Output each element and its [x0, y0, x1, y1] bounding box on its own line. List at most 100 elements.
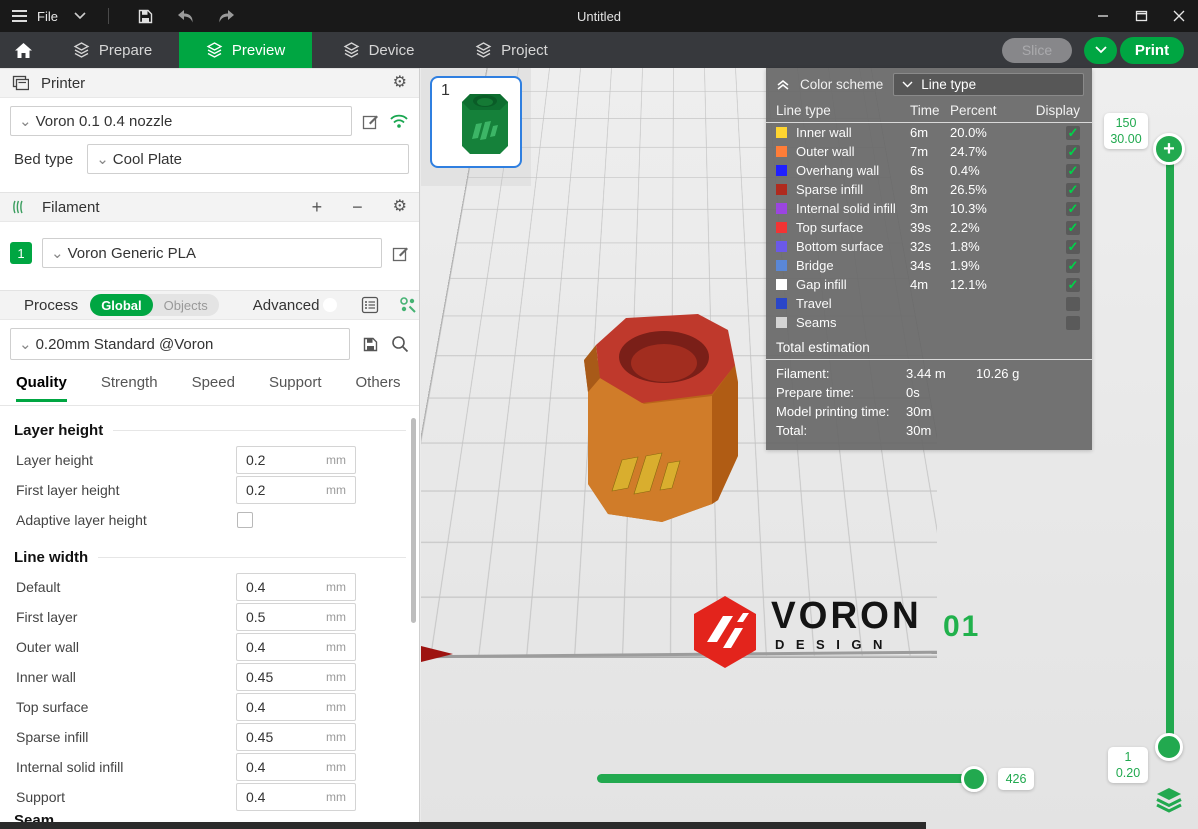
display-checkbox[interactable]: ✓: [1066, 316, 1080, 330]
line-type-label: Inner wall: [796, 125, 910, 140]
setting-unit: mm: [326, 790, 346, 804]
setting-input[interactable]: 0.4 mm: [236, 753, 356, 781]
search-settings-icon[interactable]: [391, 335, 409, 353]
print-button[interactable]: Print: [1120, 37, 1184, 64]
filament-preset-select[interactable]: ⌄ Voron Generic PLA: [42, 238, 382, 268]
chevron-down-icon[interactable]: [74, 12, 86, 20]
setting-value: 0.45: [246, 669, 326, 685]
layer-slider-bottom-handle[interactable]: [1155, 733, 1183, 761]
main-tab[interactable]: Prepare: [46, 32, 179, 68]
add-filament-icon[interactable]: +: [312, 198, 323, 216]
display-checkbox[interactable]: ✓: [1066, 145, 1080, 159]
display-checkbox[interactable]: ✓: [1066, 297, 1080, 311]
display-checkbox[interactable]: ✓: [1066, 164, 1080, 178]
display-checkbox[interactable]: ✓: [1066, 278, 1080, 292]
printer-section-header: Printer ⚙: [0, 68, 419, 98]
printer-settings-icon[interactable]: ⚙: [393, 75, 407, 91]
adaptive-layer-height-checkbox[interactable]: [237, 512, 253, 528]
process-tab[interactable]: Others: [356, 374, 401, 402]
collapse-panel-icon[interactable]: [776, 79, 790, 91]
print-dropdown-button[interactable]: [1084, 37, 1117, 64]
setting-input[interactable]: 0.2 mm: [236, 446, 356, 474]
file-menu[interactable]: File: [37, 9, 58, 24]
plate-thumbnail[interactable]: 1: [430, 76, 522, 168]
settings-panel: Layer height Layer height 0.2 mm First l…: [0, 405, 420, 829]
setting-label: Layer height: [16, 452, 236, 468]
setting-label: First layer: [16, 609, 236, 625]
home-button[interactable]: [0, 32, 46, 68]
setting-row: Support 0.4 mm: [0, 782, 420, 812]
close-button[interactable]: [1160, 0, 1198, 32]
line-type-time: 8m: [910, 182, 950, 197]
filament-preset-value: Voron Generic PLA: [68, 245, 196, 262]
line-type-time: 32s: [910, 239, 950, 254]
edit-printer-icon[interactable]: [362, 113, 379, 130]
layer-slider-track[interactable]: [1166, 146, 1174, 746]
setting-row: First layer 0.5 mm: [0, 602, 420, 632]
setting-input[interactable]: 0.2 mm: [236, 476, 356, 504]
setting-value: 0.45: [246, 729, 326, 745]
color-scheme-select[interactable]: Line type: [893, 73, 1084, 96]
tab-label: Preview: [232, 42, 285, 59]
layers-view-icon[interactable]: [1152, 783, 1186, 817]
process-tab[interactable]: Support: [269, 374, 322, 402]
compare-presets-icon[interactable]: [399, 296, 418, 314]
undo-icon[interactable]: [171, 4, 201, 28]
setting-row: Top surface 0.4 mm: [0, 692, 420, 722]
menu-icon[interactable]: [12, 10, 27, 22]
maximize-button[interactable]: [1122, 0, 1160, 32]
redo-icon[interactable]: [211, 4, 241, 28]
process-scope-option[interactable]: Global: [90, 294, 152, 316]
process-tab[interactable]: Quality: [16, 374, 67, 402]
main-tab[interactable]: Project: [445, 32, 578, 68]
setting-unit: mm: [326, 760, 346, 774]
slice-button[interactable]: Slice: [1002, 38, 1072, 63]
bed-type-value: Cool Plate: [113, 151, 182, 168]
sidebar-scrollbar[interactable]: [411, 418, 416, 623]
process-preset-value: 0.20mm Standard @Voron: [36, 336, 214, 353]
bed-type-select[interactable]: ⌄ Cool Plate: [87, 144, 409, 174]
wifi-icon[interactable]: [389, 113, 409, 129]
printer-preset-select[interactable]: ⌄ Voron 0.1 0.4 nozzle: [10, 106, 352, 136]
process-tab[interactable]: Strength: [101, 374, 158, 402]
line-type-swatch: [776, 279, 787, 290]
display-checkbox[interactable]: ✓: [1066, 202, 1080, 216]
line-type-percent: 0.4%: [950, 163, 1028, 178]
line-type-percent: 2.2%: [950, 220, 1028, 235]
sliced-model[interactable]: [578, 308, 748, 528]
setting-input[interactable]: 0.4 mm: [236, 693, 356, 721]
setting-input[interactable]: 0.45 mm: [236, 723, 356, 751]
total-value: 3.44 m: [906, 366, 976, 381]
move-slider-track[interactable]: [597, 774, 987, 783]
move-slider-handle[interactable]: [961, 766, 987, 792]
line-type-swatch: [776, 317, 787, 328]
parameter-list-icon[interactable]: [361, 296, 379, 314]
process-scope-option[interactable]: Objects: [153, 294, 219, 316]
save-icon[interactable]: [131, 4, 161, 28]
setting-input[interactable]: 0.4 mm: [236, 573, 356, 601]
setting-input[interactable]: 0.4 mm: [236, 783, 356, 811]
minimize-button[interactable]: [1084, 0, 1122, 32]
edit-filament-icon[interactable]: [392, 245, 409, 262]
remove-filament-icon[interactable]: −: [352, 198, 363, 216]
setting-input[interactable]: 0.45 mm: [236, 663, 356, 691]
tabbar: Prepare Preview Device Project Slice Pri…: [0, 32, 1198, 68]
process-tab[interactable]: Speed: [192, 374, 235, 402]
save-preset-icon[interactable]: [362, 336, 379, 353]
setting-input[interactable]: 0.4 mm: [236, 633, 356, 661]
main-tab[interactable]: Preview: [179, 32, 312, 68]
setting-unit: mm: [326, 670, 346, 684]
filament-slot-badge[interactable]: 1: [10, 242, 32, 264]
main-tab[interactable]: Device: [312, 32, 445, 68]
display-checkbox[interactable]: ✓: [1066, 240, 1080, 254]
display-checkbox[interactable]: ✓: [1066, 221, 1080, 235]
process-preset-select[interactable]: ⌄ 0.20mm Standard @Voron: [10, 328, 350, 360]
display-checkbox[interactable]: ✓: [1066, 126, 1080, 140]
thumbnail-model: [454, 88, 514, 160]
display-checkbox[interactable]: ✓: [1066, 259, 1080, 273]
display-checkbox[interactable]: ✓: [1066, 183, 1080, 197]
layer-slider-top-handle[interactable]: +: [1153, 133, 1185, 165]
line-type-swatch: [776, 165, 787, 176]
setting-input[interactable]: 0.5 mm: [236, 603, 356, 631]
filament-settings-icon[interactable]: ⚙: [393, 199, 407, 215]
